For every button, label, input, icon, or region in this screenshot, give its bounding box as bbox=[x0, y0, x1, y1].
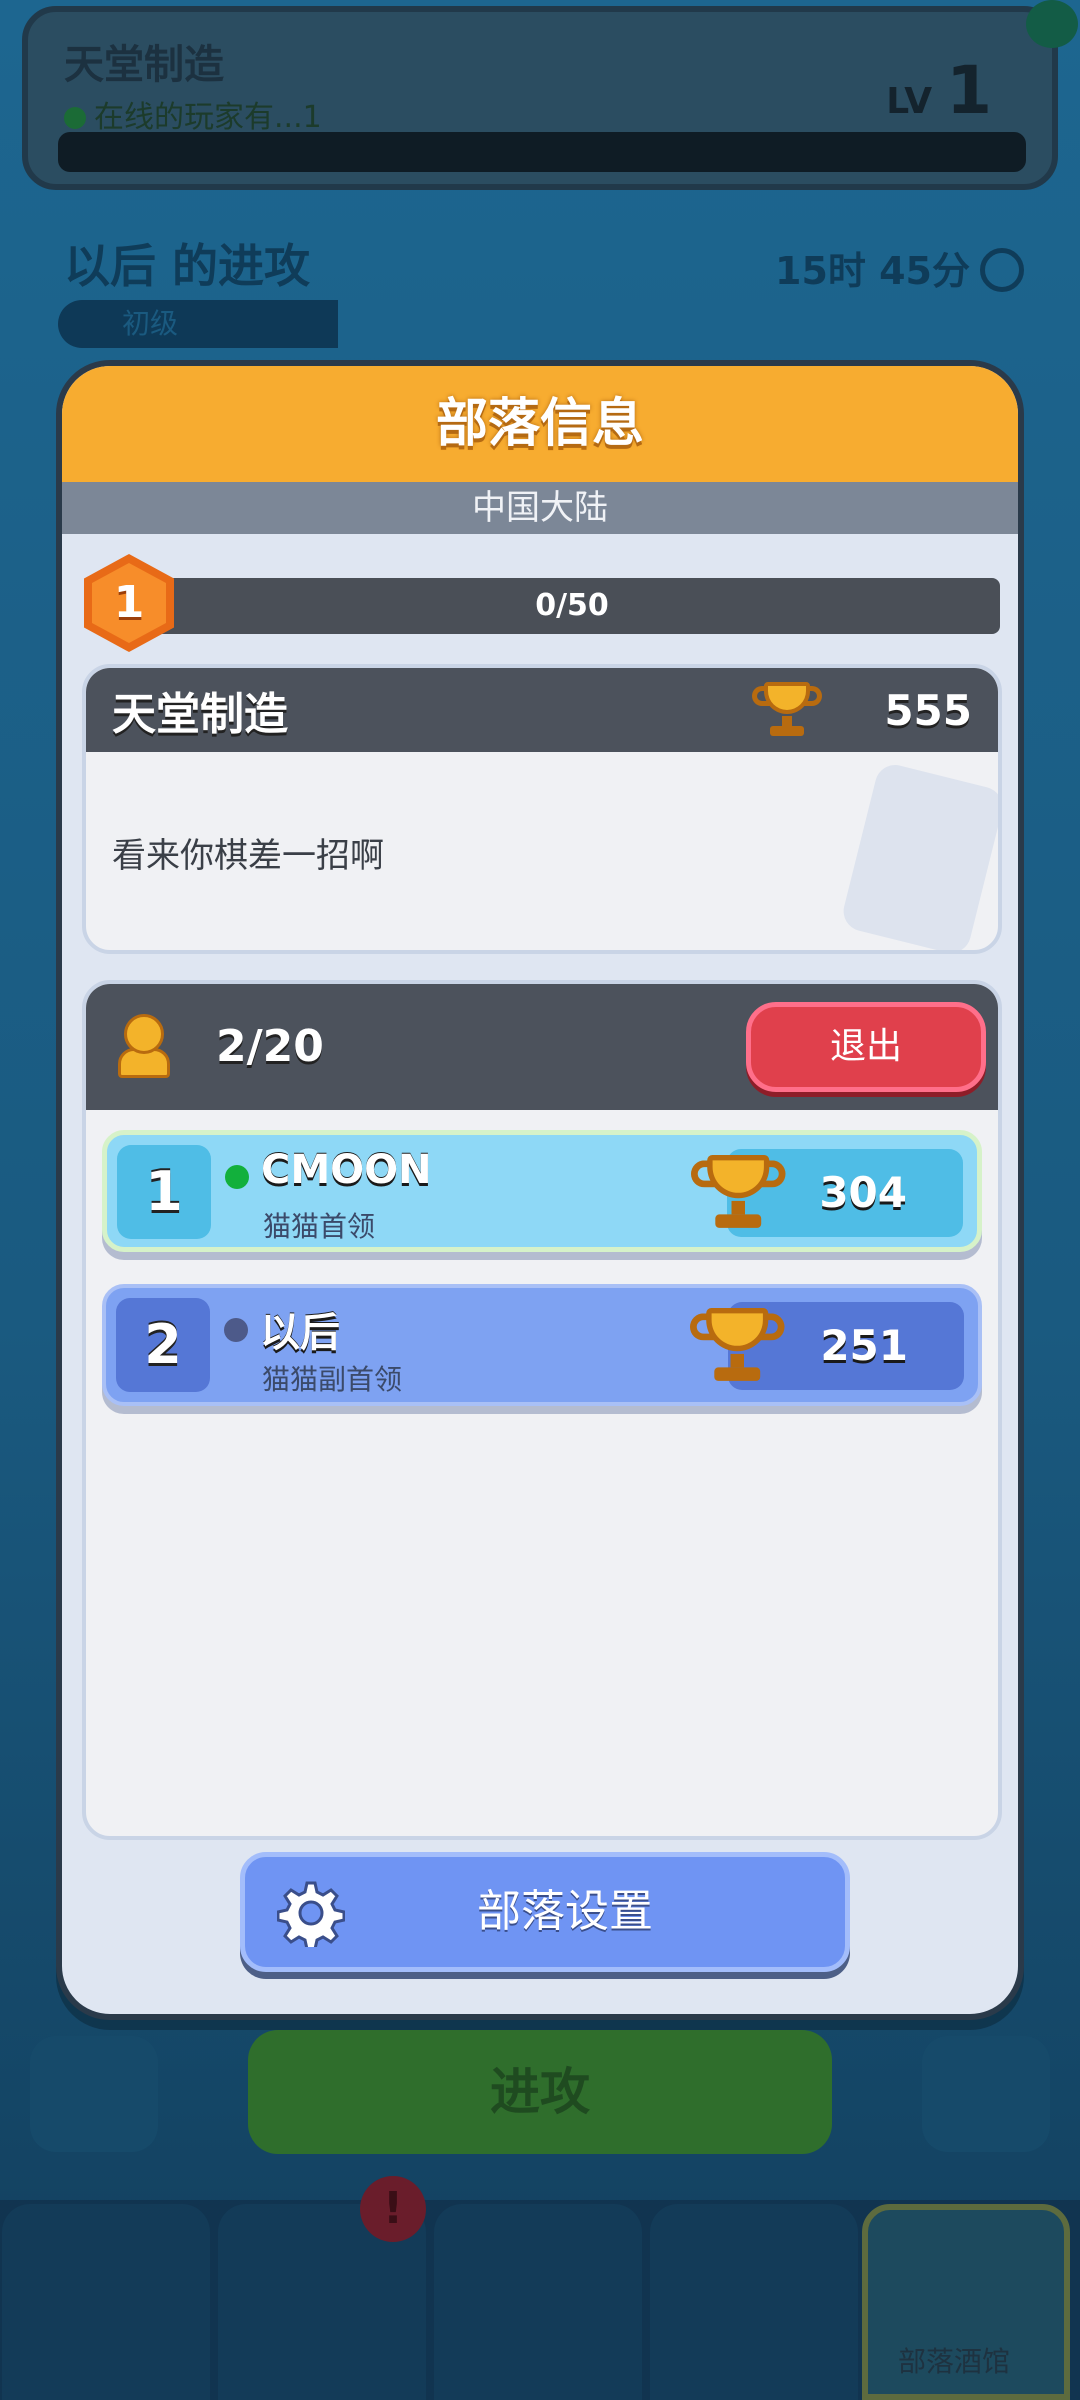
dialog-title: 部落信息 bbox=[62, 366, 1018, 482]
tier-label: 初级 bbox=[58, 300, 338, 348]
clock-icon bbox=[980, 248, 1024, 292]
trophy-icon bbox=[690, 1308, 785, 1384]
clan-trophy-count: 555 bbox=[884, 685, 972, 735]
clan-summary-card: 天堂制造 555 看来你棋差一招啊 bbox=[82, 664, 1002, 954]
members-card: 2/20 退出 1 CMOON 猫猫首领 304 2 以后 猫猫副首领 251 bbox=[82, 980, 1002, 1840]
clan-card-header: 天堂制造 555 bbox=[86, 668, 998, 752]
attack-timer: 15时 45分 bbox=[775, 240, 1024, 295]
member-row[interactable]: 1 CMOON 猫猫首领 304 bbox=[102, 1130, 982, 1252]
clan-settings-label: 部落设置 bbox=[477, 1886, 653, 1937]
corner-badge-icon bbox=[1026, 0, 1078, 48]
back-button bbox=[30, 2036, 158, 2152]
member-name: CMOON bbox=[261, 1147, 432, 1193]
clan-name: 天堂制造 bbox=[112, 689, 288, 740]
clan-level-progress: 0/50 1 bbox=[84, 554, 1004, 652]
member-trophies: 251 bbox=[820, 1321, 908, 1370]
nav-tab-shop bbox=[2, 2204, 210, 2400]
xp-bar bbox=[58, 132, 1026, 172]
clan-info-dialog: 部落信息 中国大陆 0/50 1 天堂制造 555 看来你棋差一招啊 2/20 … bbox=[56, 360, 1024, 2020]
leave-clan-button[interactable]: 退出 bbox=[746, 1002, 986, 1092]
next-attack-label: 以后 的进攻 bbox=[64, 239, 311, 293]
member-rank: 1 bbox=[117, 1145, 211, 1239]
offline-status-icon bbox=[224, 1318, 248, 1342]
member-name: 以后 bbox=[260, 1310, 340, 1356]
clan-region: 中国大陆 bbox=[62, 482, 1018, 534]
member-count: 2/20 bbox=[216, 1021, 324, 1072]
clan-level-value: 1 bbox=[92, 563, 166, 643]
clan-level-badge-icon: 1 bbox=[84, 554, 174, 652]
chat-button bbox=[922, 2036, 1050, 2152]
trophy-icon bbox=[752, 682, 822, 738]
player-status-card: 天堂制造 在线的玩家有...1 LV 1 bbox=[22, 6, 1058, 190]
trophy-icon bbox=[691, 1155, 786, 1231]
clan-settings-button[interactable]: 部落设置 bbox=[240, 1852, 850, 1972]
attack-button: 进攻 bbox=[248, 2030, 832, 2154]
members-header: 2/20 退出 bbox=[86, 984, 998, 1110]
online-status: 在线的玩家有...1 bbox=[64, 92, 322, 136]
member-rank: 2 bbox=[116, 1298, 210, 1392]
alert-icon: ! bbox=[360, 2176, 426, 2242]
nav-clan-label: 部落酒馆 bbox=[897, 2345, 1010, 2378]
member-role: 猫猫首领 bbox=[263, 1210, 376, 1243]
member-icon bbox=[118, 1014, 170, 1080]
player-name: 天堂制造 bbox=[64, 42, 224, 88]
member-trophies: 304 bbox=[819, 1168, 907, 1217]
online-status-icon bbox=[225, 1165, 249, 1189]
nav-tab-rank bbox=[650, 2204, 858, 2400]
nav-tab-battle bbox=[434, 2204, 642, 2400]
member-row[interactable]: 2 以后 猫猫副首领 251 bbox=[102, 1284, 982, 1406]
clan-progress-bar: 0/50 bbox=[144, 578, 1000, 634]
player-level: LV 1 bbox=[886, 52, 992, 129]
member-role: 猫猫副首领 bbox=[262, 1363, 403, 1396]
online-dot-icon bbox=[64, 107, 86, 129]
